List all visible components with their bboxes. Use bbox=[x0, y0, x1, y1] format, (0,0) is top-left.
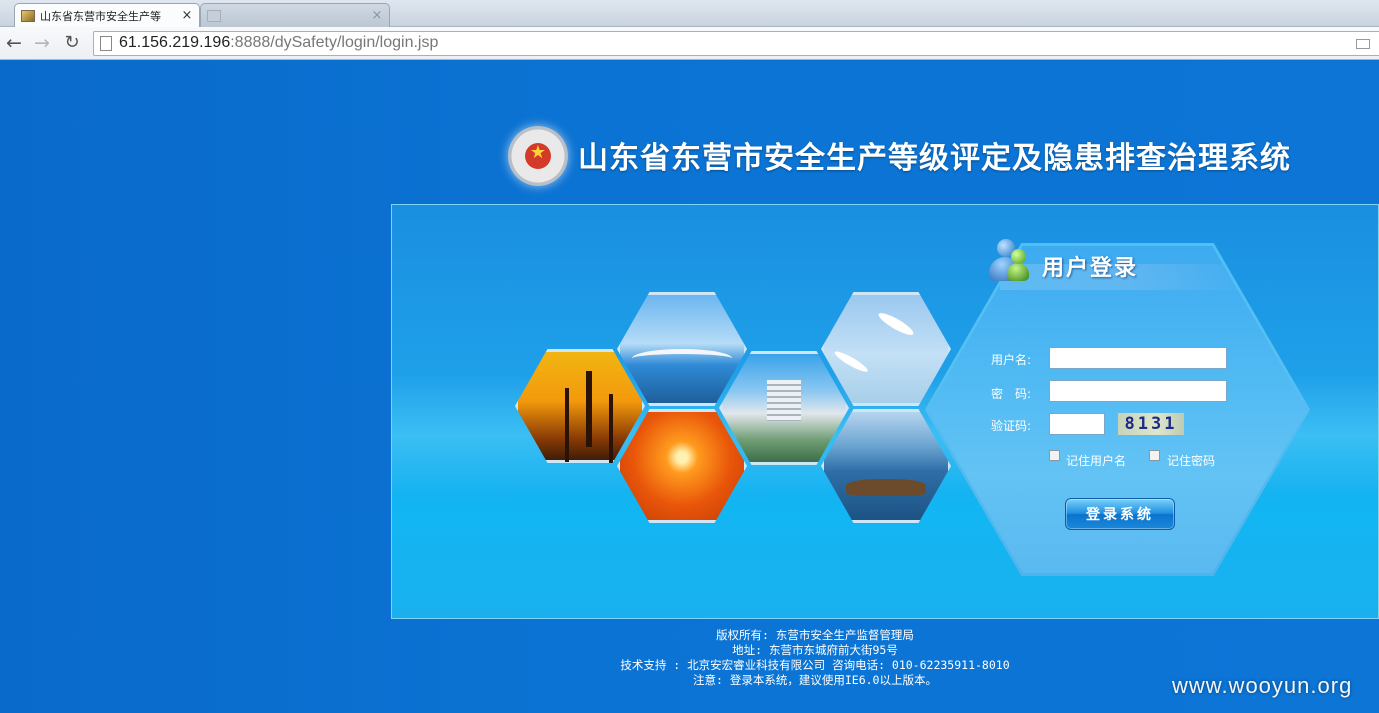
site-favicon-icon bbox=[207, 9, 221, 22]
remember-password-checkbox[interactable] bbox=[1149, 450, 1160, 461]
back-arrow-icon[interactable]: ← bbox=[3, 32, 25, 54]
footer-notice: 注意: 登录本系统，建议使用IE6.0以上版本。 bbox=[693, 673, 937, 687]
browser-tab-active[interactable]: 山东省东营市安全生产等 × bbox=[14, 3, 200, 27]
system-title: 山东省东营市安全生产等级评定及隐患排查治理系统 bbox=[578, 141, 1291, 176]
site-favicon-icon bbox=[21, 9, 35, 22]
footer-copyright: 版权所有: 东营市安全生产监督管理局 bbox=[716, 628, 914, 642]
browser-tab-inactive[interactable]: × bbox=[200, 3, 390, 27]
password-label: 密 码: bbox=[991, 387, 1032, 401]
captcha-image[interactable]: 8131 bbox=[1118, 413, 1184, 435]
login-page: 山东省东营市安全生产等级评定及隐患排查治理系统 用户登录 用户名: 密 码: 验… bbox=[0, 61, 1379, 713]
government-emblem-icon bbox=[508, 126, 568, 186]
browser-toolbar: ← → ↻ 61.156.219.196:8888/dySafety/login… bbox=[0, 27, 1379, 60]
coastline-photo bbox=[821, 409, 951, 523]
login-button[interactable]: 登录系统 bbox=[1065, 498, 1175, 530]
reload-icon[interactable]: ↻ bbox=[61, 32, 83, 54]
browser-tabstrip: 山东省东营市安全生产等 × × bbox=[0, 0, 1379, 27]
remember-username-label: 记住用户名 bbox=[1066, 454, 1127, 468]
password-input[interactable] bbox=[1049, 380, 1227, 402]
cranes-photo bbox=[821, 292, 951, 406]
remember-password-label: 记住密码 bbox=[1167, 454, 1216, 468]
tab-title: 山东省东营市安全生产等 bbox=[40, 9, 161, 23]
oil-derrick-photo bbox=[515, 349, 645, 463]
address-bar[interactable]: 61.156.219.196:8888/dySafety/login/login… bbox=[93, 31, 1379, 56]
url-path: :8888/dySafety/login/login.jsp bbox=[230, 34, 439, 51]
username-input[interactable] bbox=[1049, 347, 1227, 369]
tab-close-icon[interactable]: × bbox=[371, 8, 383, 23]
page-icon bbox=[100, 36, 112, 51]
login-panel: 用户登录 用户名: 密 码: 验证码: 8131 记住用户名 记住密码 登录系统 bbox=[391, 204, 1379, 619]
users-icon bbox=[989, 239, 1029, 283]
forward-arrow-icon[interactable]: → bbox=[31, 32, 53, 54]
page-action-icon[interactable] bbox=[1356, 39, 1370, 49]
footer-address: 地址: 东营市东城府前大街95号 bbox=[732, 643, 898, 657]
government-building-photo bbox=[719, 351, 849, 465]
remember-username-checkbox[interactable] bbox=[1049, 450, 1060, 461]
url-host: 61.156.219.196 bbox=[119, 34, 231, 51]
footer-support: 技术支持 : 北京安宏睿业科技有限公司 咨询电话: 010-62235911-8… bbox=[620, 658, 1010, 672]
sunset-photo bbox=[617, 409, 747, 523]
address-url[interactable]: 61.156.219.196:8888/dySafety/login/login… bbox=[119, 34, 438, 52]
watermark: www.wooyun.org bbox=[1172, 673, 1353, 698]
login-title: 用户登录 bbox=[1042, 256, 1139, 281]
bridge-photo bbox=[617, 292, 747, 406]
captcha-input[interactable] bbox=[1049, 413, 1105, 435]
page-footer: 版权所有: 东营市安全生产监督管理局 地址: 东营市东城府前大街95号 技术支持… bbox=[600, 628, 1030, 688]
captcha-label: 验证码: bbox=[991, 419, 1032, 433]
username-label: 用户名: bbox=[991, 353, 1032, 367]
tab-close-icon[interactable]: × bbox=[181, 8, 193, 23]
